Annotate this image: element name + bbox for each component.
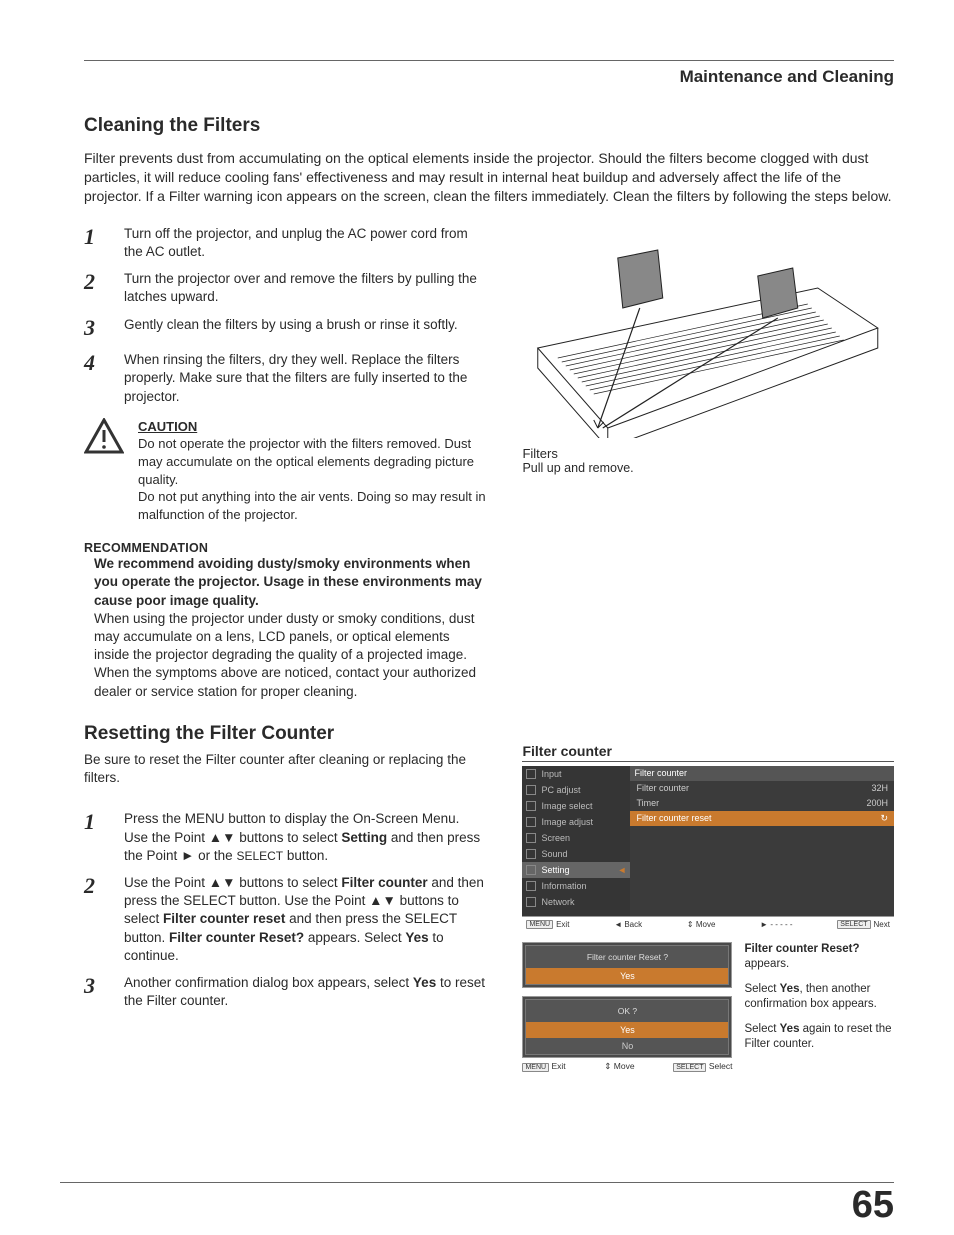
recommendation-body: When using the projector under dusty or … xyxy=(84,610,486,701)
menu-icon xyxy=(526,881,536,891)
menu-item: PC adjust xyxy=(541,785,580,795)
reset-step-2: 2 Use the Point ▲▼ buttons to select Fil… xyxy=(84,871,486,965)
illustration-caption-pull: Pull up and remove. xyxy=(522,461,894,475)
menu-item: Input xyxy=(541,769,561,779)
illustration-caption-filters: Filters xyxy=(522,446,894,461)
page-number: 65 xyxy=(852,1184,894,1227)
heading-reset-counter: Resetting the Filter Counter xyxy=(84,723,486,745)
menu-item: Image select xyxy=(541,801,592,811)
footer-divider xyxy=(60,1182,894,1183)
menu-icon xyxy=(526,801,536,811)
reset-subtitle: Be sure to reset the Filter counter afte… xyxy=(84,751,486,787)
step-number: 2 xyxy=(84,267,106,306)
recommendation-title: RECOMMENDATION xyxy=(84,541,486,555)
osd-footer: MENUExit ◄ Back ⇕ Move ► - - - - - SELEC… xyxy=(522,916,894,932)
caution-text-2: Do not put anything into the air vents. … xyxy=(138,488,486,523)
confirm-dialog-2: OK ? Yes No xyxy=(522,996,732,1058)
step-number: 3 xyxy=(84,971,106,1010)
osd-menu-screenshot: Input PC adjust Image select Image adjus… xyxy=(522,766,894,916)
menu-icon xyxy=(526,833,536,843)
projector-filters-illustration xyxy=(522,228,894,438)
step-1: 1 Turn off the projector, and unplug the… xyxy=(84,222,486,261)
confirm-option-yes: Yes xyxy=(526,1022,728,1038)
select-key-icon: SELECT xyxy=(673,1063,706,1072)
step-text: Another confirmation dialog box appears,… xyxy=(124,971,486,1010)
menu-icon xyxy=(526,769,536,779)
step-number: 1 xyxy=(84,807,106,865)
warning-triangle-icon xyxy=(84,418,124,523)
step-text: Turn off the projector, and unplug the A… xyxy=(124,222,486,261)
confirm-dialog-1: Filter counter Reset ? Yes xyxy=(522,942,732,988)
panel-row-selected: Filter counter reset xyxy=(636,813,711,823)
step-number: 2 xyxy=(84,871,106,965)
confirm-option-no: No xyxy=(526,1038,728,1054)
step-number: 3 xyxy=(84,313,106,343)
menu-item: Information xyxy=(541,881,586,891)
step-text: When rinsing the filters, dry they well.… xyxy=(124,348,486,406)
menu-icon xyxy=(526,849,536,859)
menu-item: Screen xyxy=(541,833,570,843)
filter-counter-heading: Filter counter xyxy=(522,743,894,762)
heading-cleaning-filters: Cleaning the Filters xyxy=(84,115,894,137)
panel-value: 32H xyxy=(871,783,888,793)
step-2: 2 Turn the projector over and remove the… xyxy=(84,267,486,306)
menu-icon xyxy=(526,817,536,827)
panel-label: Timer xyxy=(636,798,659,808)
confirm-text: Filter counter Reset ? xyxy=(526,946,728,968)
reset-icon: ↻ xyxy=(880,813,888,824)
select-key-icon: SELECT xyxy=(837,920,870,929)
confirm-option-yes: Yes xyxy=(526,968,728,984)
reset-step-1: 1 Press the MENU button to display the O… xyxy=(84,807,486,865)
chevron-left-icon: ◄ xyxy=(618,865,627,875)
caution-block: CAUTION Do not operate the projector wit… xyxy=(84,418,486,523)
step-text: Gently clean the filters by using a brus… xyxy=(124,313,486,343)
panel-label: Filter counter xyxy=(636,783,689,793)
side-explanation: Filter counter Reset? appears. Select Ye… xyxy=(744,942,894,1072)
step-text: Turn the projector over and remove the f… xyxy=(124,267,486,306)
confirm-text: OK ? xyxy=(526,1000,728,1022)
menu-icon xyxy=(526,897,536,907)
confirm-footer: MENU Exit ⇕ Move SELECT Select xyxy=(522,1058,732,1072)
menu-item: Network xyxy=(541,897,574,907)
step-number: 4 xyxy=(84,348,106,406)
reset-step-3: 3 Another confirmation dialog box appear… xyxy=(84,971,486,1010)
section-header: Maintenance and Cleaning xyxy=(84,67,894,87)
step-4: 4 When rinsing the filters, dry they wel… xyxy=(84,348,486,406)
step-number: 1 xyxy=(84,222,106,261)
caution-text-1: Do not operate the projector with the fi… xyxy=(138,435,486,488)
step-text: Use the Point ▲▼ buttons to select Filte… xyxy=(124,871,486,965)
step-3: 3 Gently clean the filters by using a br… xyxy=(84,313,486,343)
menu-item: Image adjust xyxy=(541,817,593,827)
menu-item-selected: Setting xyxy=(541,865,569,875)
menu-icon xyxy=(526,865,536,875)
intro-paragraph: Filter prevents dust from accumulating o… xyxy=(84,149,894,206)
menu-key-icon: MENU xyxy=(522,1063,549,1072)
caution-title: CAUTION xyxy=(138,418,486,436)
menu-key-icon: MENU xyxy=(526,920,553,929)
menu-item: Sound xyxy=(541,849,567,859)
recommendation-bold: We recommend avoiding dusty/smoky enviro… xyxy=(84,555,486,610)
step-text: Press the MENU button to display the On-… xyxy=(124,807,486,865)
menu-icon xyxy=(526,785,536,795)
panel-value: 200H xyxy=(866,798,888,808)
panel-header: Filter counter xyxy=(630,766,894,781)
